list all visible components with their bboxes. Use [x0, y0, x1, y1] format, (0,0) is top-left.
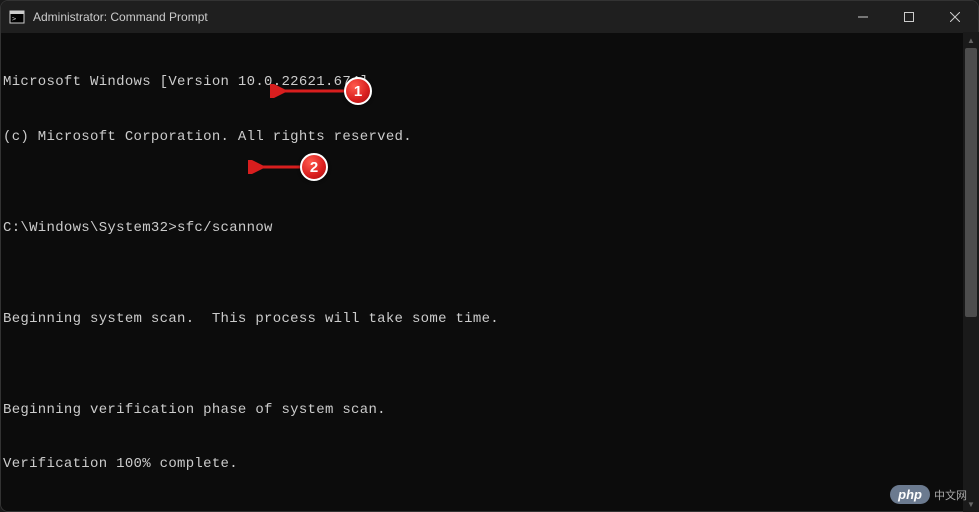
- scroll-up-icon[interactable]: ▲: [963, 32, 979, 48]
- svg-text:>_: >_: [12, 15, 21, 23]
- scrollbar-track[interactable]: [963, 48, 979, 496]
- terminal-line: Verification 100% complete.: [3, 455, 976, 473]
- cmd-icon: >_: [9, 9, 25, 25]
- minimize-button[interactable]: [840, 1, 886, 33]
- command-prompt-window: >_ Administrator: Command Prompt Microso…: [0, 0, 979, 512]
- terminal-line: C:\Windows\System32>sfc/scannow: [3, 219, 976, 237]
- close-button[interactable]: [932, 1, 978, 33]
- scrollbar[interactable]: ▲ ▼: [963, 32, 979, 512]
- terminal-output[interactable]: Microsoft Windows [Version 10.0.22621.67…: [1, 33, 978, 511]
- terminal-line: Microsoft Windows [Version 10.0.22621.67…: [3, 73, 976, 91]
- titlebar[interactable]: >_ Administrator: Command Prompt: [1, 1, 978, 33]
- scrollbar-thumb[interactable]: [965, 48, 977, 317]
- terminal-line: (c) Microsoft Corporation. All rights re…: [3, 128, 976, 146]
- terminal-line: Beginning verification phase of system s…: [3, 401, 976, 419]
- window-title: Administrator: Command Prompt: [33, 10, 840, 24]
- terminal-line: Beginning system scan. This process will…: [3, 310, 976, 328]
- maximize-button[interactable]: [886, 1, 932, 33]
- scroll-down-icon[interactable]: ▼: [963, 496, 979, 512]
- window-controls: [840, 1, 978, 33]
